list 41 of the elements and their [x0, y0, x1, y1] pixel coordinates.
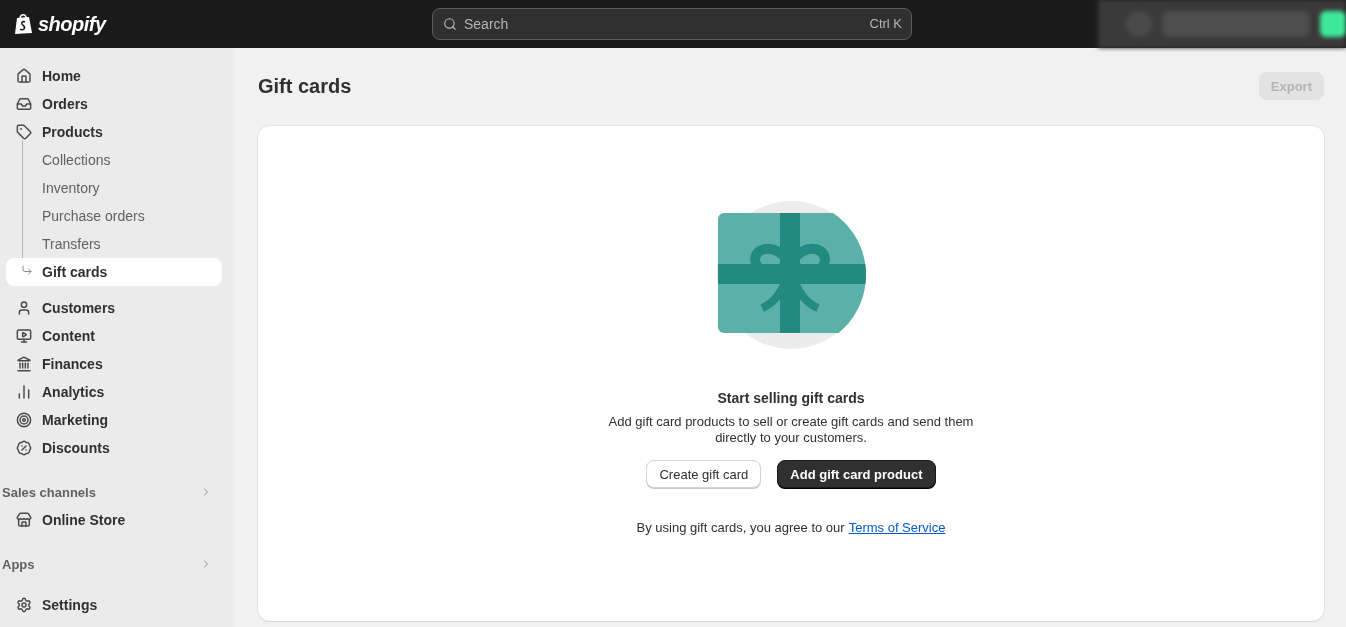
sidebar-subitem[interactable]: Purchase orders: [6, 202, 222, 230]
sidebar-item[interactable]: Home: [6, 62, 222, 90]
create-button[interactable]: Create gift card: [646, 460, 762, 488]
sidebar-item[interactable]: Analytics: [6, 378, 222, 406]
sidebar-item[interactable]: Online Store: [6, 506, 222, 534]
store-icon: [16, 512, 32, 528]
sidebar-item[interactable]: Marketing: [6, 406, 222, 434]
sidebar-item[interactable]: Orders: [6, 90, 222, 118]
empty-state-heading: Start selling gift cards: [717, 390, 865, 406]
settings-icon: [16, 597, 32, 613]
sidebar-subitem[interactable]: Collections: [6, 146, 222, 174]
sidebar-item[interactable]: Products: [6, 118, 222, 146]
sidebar-item[interactable]: Settings: [6, 591, 222, 619]
section-heading: Apps: [2, 556, 35, 572]
sidebar-item[interactable]: Customers: [6, 294, 222, 322]
logo-text: shopify: [38, 12, 106, 36]
bar-chart-icon: [16, 384, 32, 400]
percent-badge-icon: [16, 440, 32, 456]
add-product-button[interactable]: Add gift card product: [777, 460, 936, 488]
sidebar-item[interactable]: Discounts: [6, 434, 222, 462]
bank-icon: [16, 356, 32, 372]
tree-arrow-icon: [21, 264, 33, 276]
empty-state-text: Add gift card products to sell or create gift cards and send them directly to your customers.: [607, 414, 975, 446]
monitor-icon: [16, 328, 32, 344]
sidebar-subitem[interactable]: Gift cards: [6, 258, 222, 286]
inbox-icon: [16, 96, 32, 112]
terms-link[interactable]: Terms of Service: [848, 520, 946, 535]
home-icon: [16, 68, 32, 84]
page-title: Gift cards: [258, 74, 352, 98]
keyboard-shortcut: Ctrl K: [869, 16, 902, 31]
section-heading: Sales channels: [2, 484, 96, 500]
tag-icon: [16, 124, 32, 140]
search-icon: [443, 17, 457, 31]
sidebar-item[interactable]: Finances: [6, 350, 222, 378]
sidebar-subitem[interactable]: Inventory: [6, 174, 222, 202]
shopping-bag-logo-icon: [14, 13, 34, 35]
person-icon: [16, 300, 32, 316]
sidebar-item[interactable]: Content: [6, 322, 222, 350]
terms-text: By using gift cards, you agree to our Terms of Service: [636, 520, 946, 535]
sidebar-subitem[interactable]: Transfers: [6, 230, 222, 258]
target-icon: [16, 412, 32, 428]
